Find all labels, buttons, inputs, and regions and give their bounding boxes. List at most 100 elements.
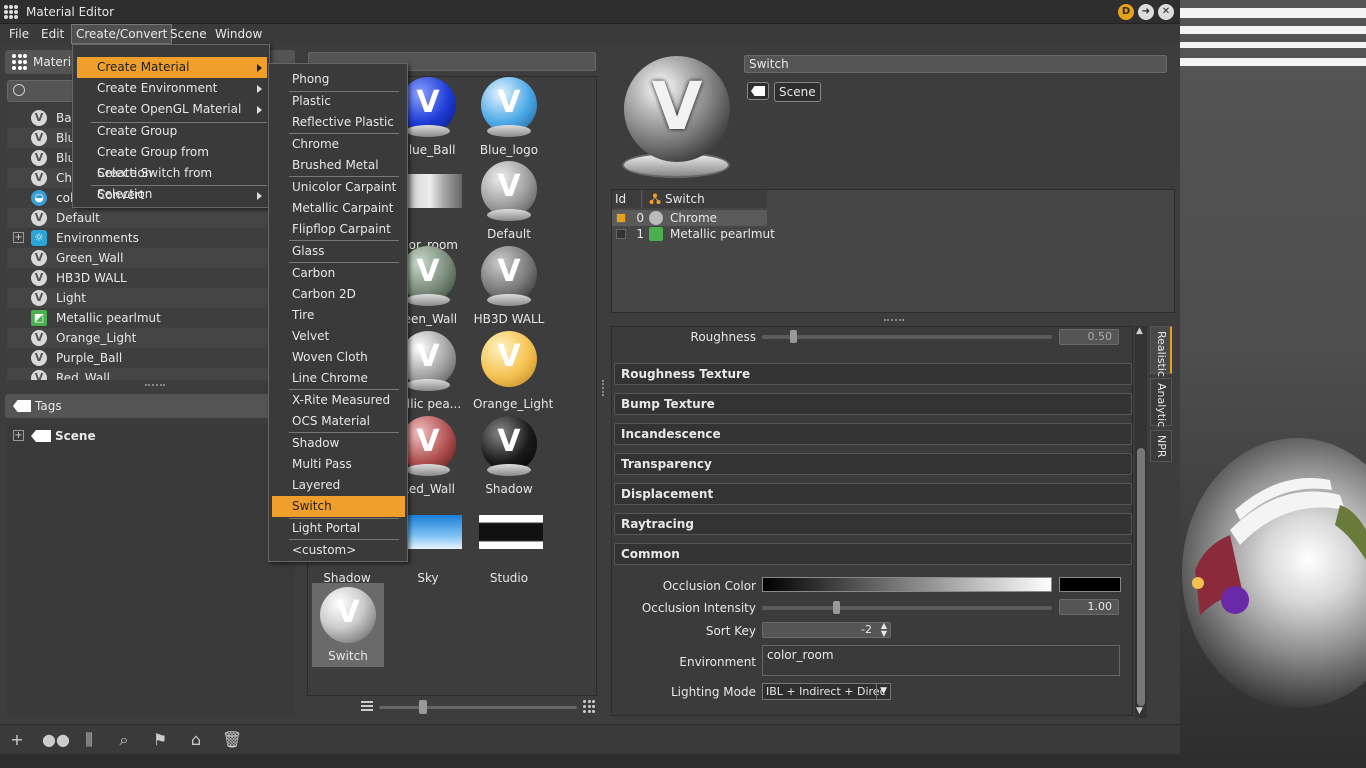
submenu-switch[interactable]: Switch: [272, 496, 405, 517]
spin-arrows-icon[interactable]: ▲ ▼: [881, 622, 887, 638]
roughness-slider[interactable]: [762, 330, 1052, 343]
submenu-brushed-metal[interactable]: Brushed Metal: [272, 155, 405, 176]
menu-scene[interactable]: Scene: [166, 25, 211, 43]
menu-convert[interactable]: Convert: [77, 185, 267, 206]
slider-knob[interactable]: [419, 700, 427, 714]
thumbnail-hb3d-wall[interactable]: V HB3D WALL: [473, 246, 545, 330]
occlusion-intensity-slider[interactable]: [762, 601, 1052, 614]
column-header-switch[interactable]: Switch: [643, 190, 767, 208]
thumbnail-studio[interactable]: Studio: [473, 515, 545, 599]
add-icon[interactable]: +: [7, 731, 27, 749]
tab-analytic[interactable]: Analytic: [1150, 378, 1172, 427]
active-checkbox[interactable]: [616, 229, 626, 239]
switch-row-chrome[interactable]: 0 Chrome: [612, 210, 767, 226]
grid-view-icon[interactable]: [583, 700, 597, 714]
material-row[interactable]: V Light: [7, 288, 295, 308]
scroll-down-icon[interactable]: ▼: [1136, 706, 1143, 716]
sort-key-spinbox[interactable]: -2 ▲ ▼: [762, 622, 891, 638]
submenu-unicolor-carpaint[interactable]: Unicolor Carpaint: [272, 177, 405, 198]
submenu-woven-cloth[interactable]: Woven Cloth: [272, 347, 405, 368]
menu-edit[interactable]: Edit: [37, 25, 68, 43]
scroll-up-icon[interactable]: ▲: [1136, 326, 1143, 336]
chevron-down-icon[interactable]: ▼: [876, 684, 887, 699]
column-header-id[interactable]: Id: [612, 190, 642, 208]
submenu-chrome[interactable]: Chrome: [272, 134, 405, 155]
submenu-plastic[interactable]: Plastic: [272, 91, 405, 112]
submenu-tire[interactable]: Tire: [272, 305, 405, 326]
submenu-multi-pass[interactable]: Multi Pass: [272, 454, 405, 475]
tags-tab[interactable]: Tags: [5, 394, 295, 418]
material-row[interactable]: V HB3D WALL: [7, 268, 295, 288]
forward-arrow-icon[interactable]: ➜: [1138, 4, 1154, 20]
thumbnail-switch[interactable]: V Switch: [312, 583, 384, 667]
occlusion-color-gradient[interactable]: [762, 577, 1052, 592]
menu-create-environment[interactable]: Create Environment: [77, 78, 267, 99]
environment-field[interactable]: color_room: [762, 645, 1120, 676]
list-view-icon[interactable]: [361, 701, 373, 711]
submenu-metallic-carpaint[interactable]: Metallic Carpaint: [272, 198, 405, 219]
filter-icon[interactable]: ⫼: [79, 731, 99, 749]
tag-button[interactable]: [747, 82, 769, 100]
submenu-layered[interactable]: Layered: [272, 475, 405, 496]
thumbnail-size-slider[interactable]: [357, 700, 597, 714]
switch-row-metallic[interactable]: 1 Metallic pearlmut: [612, 226, 1176, 242]
material-row[interactable]: V Red_Wall: [7, 368, 295, 380]
d-badge-icon[interactable]: D: [1118, 4, 1134, 20]
material-row[interactable]: ◩ Metallic pearlmut: [7, 308, 295, 328]
menu-create-switch-from-selection[interactable]: Create Switch from Selection: [77, 163, 267, 201]
thumbnail-orange-light[interactable]: V Orange_Light: [473, 331, 553, 415]
menu-file[interactable]: File: [5, 25, 33, 43]
lighting-mode-select[interactable]: IBL + Indirect + Direc ▼: [762, 683, 891, 700]
duplicate-icon[interactable]: ●●: [42, 731, 70, 749]
find-icon[interactable]: ⌕: [114, 731, 134, 749]
material-row[interactable]: V Green_Wall: [7, 248, 295, 268]
tab-npr[interactable]: NPR: [1150, 430, 1172, 462]
delete-icon[interactable]: 🗑: [222, 731, 242, 749]
menu-window[interactable]: Window: [211, 25, 266, 43]
submenu-line-chrome[interactable]: Line Chrome: [272, 368, 405, 389]
scene-tag-chip[interactable]: Scene: [774, 82, 821, 102]
occlusion-intensity-value[interactable]: 1.00: [1059, 599, 1119, 615]
menu-create-opengl-material[interactable]: Create OpenGL Material: [77, 99, 267, 120]
active-checkbox[interactable]: [616, 213, 626, 223]
submenu-ocs-material[interactable]: OCS Material: [272, 411, 405, 432]
submenu-shadow[interactable]: Shadow: [272, 433, 405, 454]
material-row[interactable]: + ☼ Environments: [7, 228, 295, 248]
section-bump-texture[interactable]: Bump Texture: [614, 393, 1132, 415]
menu-create-convert[interactable]: Create/Convert: [70, 24, 173, 44]
submenu-carbon[interactable]: Carbon: [272, 263, 405, 284]
roughness-value[interactable]: 0.50: [1059, 329, 1119, 345]
submenu-light-portal[interactable]: Light Portal: [272, 518, 405, 539]
submenu-phong[interactable]: Phong: [272, 69, 405, 90]
menu-create-group[interactable]: Create Group: [77, 121, 267, 142]
section-roughness-texture[interactable]: Roughness Texture: [614, 363, 1132, 385]
panel-splitter[interactable]: [884, 319, 904, 321]
expand-icon[interactable]: +: [13, 430, 24, 441]
slider-knob[interactable]: [790, 330, 797, 343]
scene-tag-row[interactable]: + Scene: [7, 426, 295, 446]
menu-create-material[interactable]: Create Material: [77, 57, 267, 78]
panel-splitter[interactable]: [602, 380, 604, 396]
close-icon[interactable]: ✕: [1158, 4, 1174, 20]
submenu-carbon-2d[interactable]: Carbon 2D: [272, 284, 405, 305]
section-raytracing[interactable]: Raytracing: [614, 513, 1132, 535]
material-row[interactable]: V Purple_Ball: [7, 348, 295, 368]
submenu-reflective-plastic[interactable]: Reflective Plastic: [272, 112, 405, 133]
submenu-glass[interactable]: Glass: [272, 241, 405, 262]
thumbnail-default[interactable]: V Default: [473, 161, 545, 245]
material-row[interactable]: V Default: [7, 208, 295, 228]
panel-splitter[interactable]: [145, 384, 165, 386]
render-viewport[interactable]: [1180, 0, 1366, 768]
material-name-field[interactable]: Switch: [744, 55, 1167, 73]
section-displacement[interactable]: Displacement: [614, 483, 1132, 505]
submenu-x-rite-measured[interactable]: X-Rite Measured: [272, 390, 405, 411]
thumbnail-blue-logo[interactable]: V Blue_logo: [473, 77, 545, 161]
properties-scrollbar[interactable]: ▲ ▼: [1135, 326, 1147, 718]
section-transparency[interactable]: Transparency: [614, 453, 1132, 475]
submenu-flipflop-carpaint[interactable]: Flipflop Carpaint: [272, 219, 405, 240]
assign-icon[interactable]: ⚑: [150, 731, 170, 749]
cleanup-brush-icon[interactable]: ⌂: [186, 731, 206, 749]
submenu-custom[interactable]: <custom>: [272, 540, 405, 561]
thumbnail-shadow-ball[interactable]: V Shadow: [473, 416, 545, 500]
menu-create-group-from-selection[interactable]: Create Group from Selection: [77, 142, 267, 180]
